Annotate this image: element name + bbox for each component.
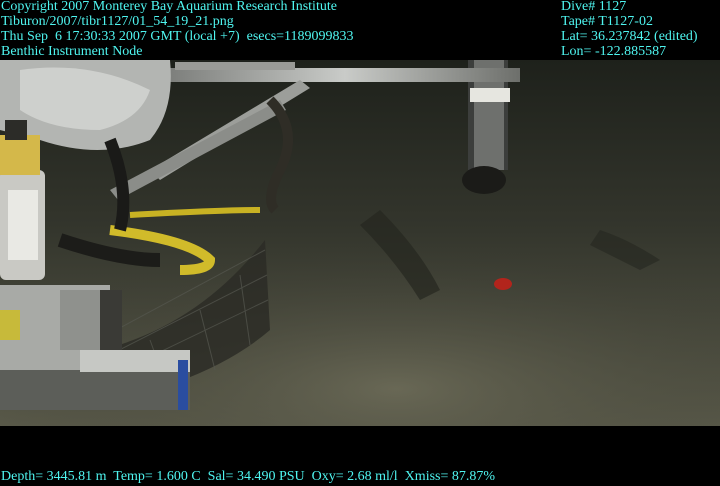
red-organism [494, 278, 512, 290]
copyright-overlay: Copyright 2007 Monterey Bay Aquarium Res… [1, 0, 354, 59]
overlay-lon: Lon= -122.885587 [561, 44, 667, 59]
overlay-timestamp: Thu Sep 6 17:30:33 2007 GMT (local +7) e… [1, 29, 354, 44]
overlay-lat: Lat= 36.237842 (edited) [561, 29, 698, 44]
overlay-copyright: Copyright 2007 Monterey Bay Aquarium Res… [1, 0, 337, 14]
overlay-filename: Tiburon/2007/tibr1127/01_54_19_21.png [1, 14, 234, 29]
overlay-tape: Tape# T1127-02 [561, 14, 653, 29]
sensor-readout: Depth= 3445.81 m Temp= 1.600 C Sal= 34.4… [1, 469, 496, 484]
overlay-location-name: Benthic Instrument Node [1, 44, 143, 59]
overlay-dive: Dive# 1127 [561, 0, 627, 14]
video-frame: Copyright 2007 Monterey Bay Aquarium Res… [0, 0, 720, 486]
seafloor-scene [0, 60, 720, 426]
dive-info-overlay: Dive# 1127 Tape# T1127-02 Lat= 36.237842 (… [561, 0, 698, 59]
